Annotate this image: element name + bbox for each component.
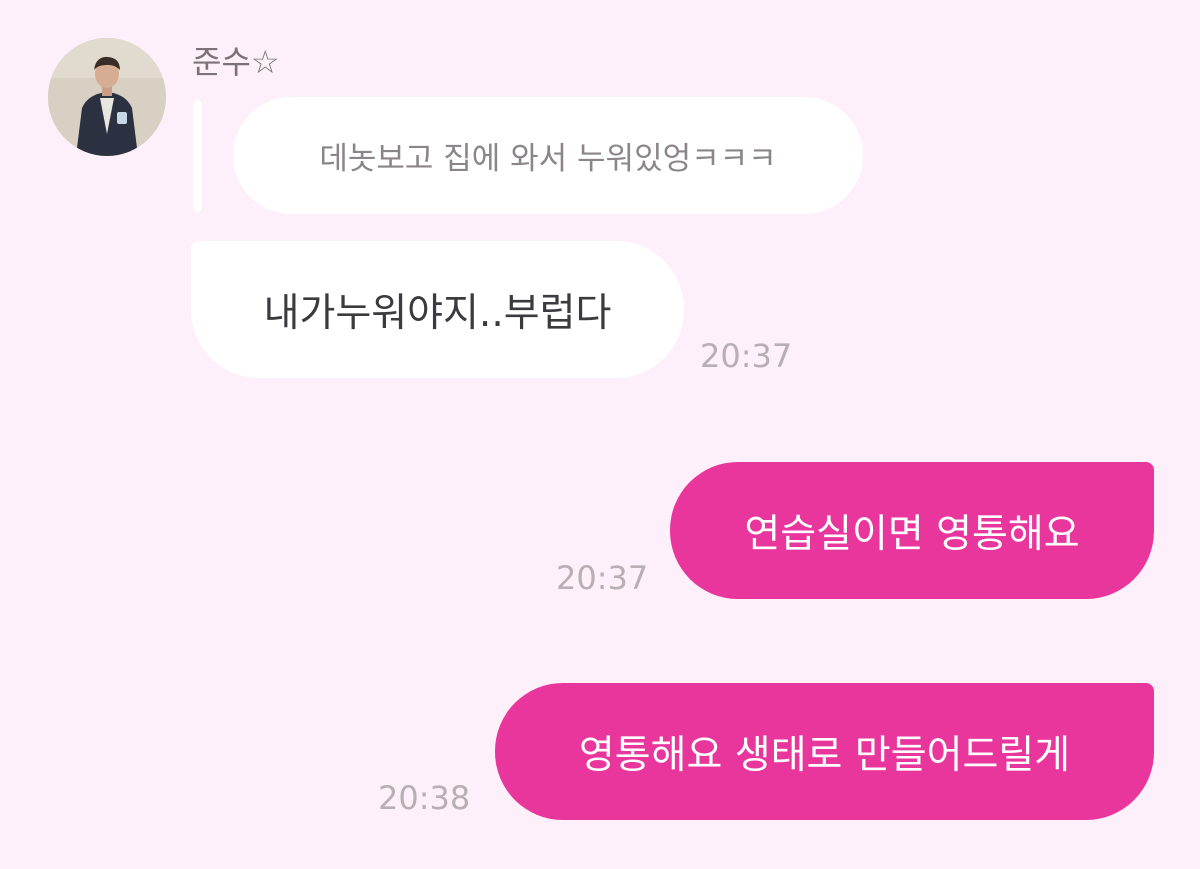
message-timestamp: 20:37 [556, 559, 649, 597]
outgoing-message-bubble[interactable]: 연습실이면 영통해요 [670, 462, 1154, 599]
message-text: 영통해요 생태로 만들어드릴게 [578, 732, 1071, 778]
quoted-message-bubble[interactable]: 데놋보고 집에 와서 누워있엉ㅋㅋㅋ [233, 97, 863, 214]
quoted-message-text: 데놋보고 집에 와서 누워있엉ㅋㅋㅋ [319, 141, 777, 177]
message-timestamp: 20:38 [378, 779, 471, 817]
outgoing-message-bubble[interactable]: 영통해요 생태로 만들어드릴게 [495, 683, 1154, 820]
reply-quote-bar [193, 100, 202, 212]
message-timestamp: 20:37 [700, 337, 793, 375]
sender-name: 준수☆ [192, 43, 280, 81]
incoming-message-bubble[interactable]: 내가누워야지..부럽다 [191, 241, 684, 378]
avatar[interactable] [48, 38, 166, 156]
message-text: 내가누워야지..부럽다 [263, 290, 612, 336]
message-text: 연습실이면 영통해요 [744, 511, 1080, 557]
profile-photo-icon [48, 38, 166, 156]
